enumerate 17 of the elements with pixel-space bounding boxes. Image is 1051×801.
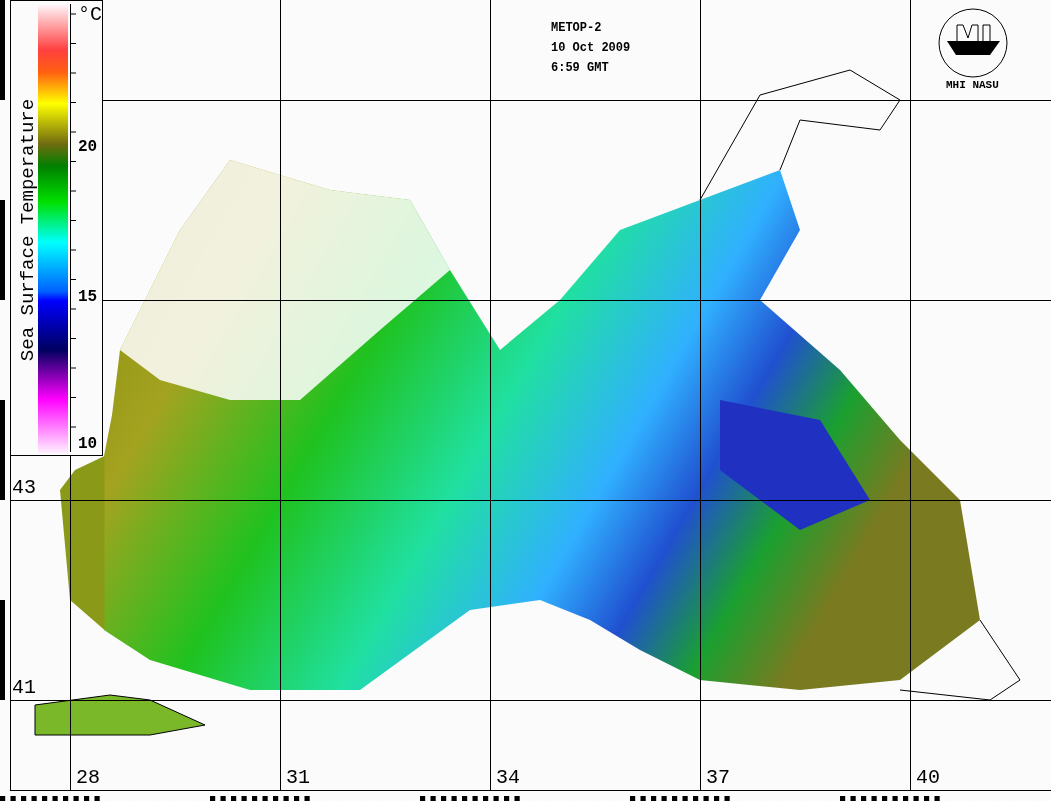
longitude-label: 34 (496, 766, 520, 789)
latitude-label: 41 (12, 676, 36, 699)
tick-label: 10 (78, 435, 98, 453)
longitude-label: 37 (706, 766, 730, 789)
logo-caption: MHI NASU (946, 79, 999, 91)
unit-label: °C (78, 3, 102, 26)
latitude-label: 43 (12, 476, 36, 499)
header-text: 6:59 GMT (551, 60, 610, 76)
logo-drawing (938, 8, 1008, 78)
tick-label: 20 (78, 138, 98, 156)
header-text: 10 Oct 2009 (551, 40, 631, 56)
longitude-label: 31 (286, 766, 310, 789)
longitude-label: 28 (76, 766, 100, 789)
header-text: METOP-2 (551, 20, 603, 36)
tick-label: 15 (78, 288, 98, 306)
longitude-label: 40 (916, 766, 940, 789)
colorbar-title: Sea Surface Temperature (17, 98, 39, 362)
